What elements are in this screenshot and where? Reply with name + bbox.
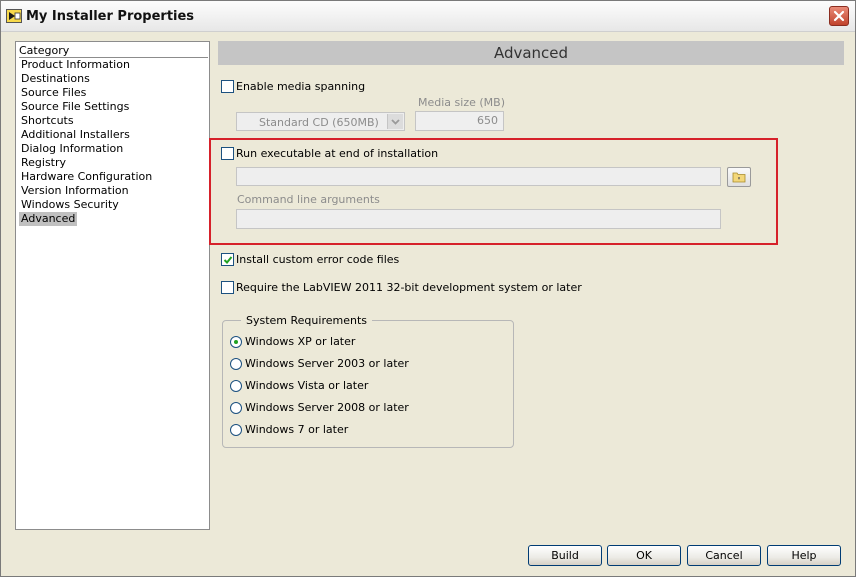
close-icon xyxy=(833,10,845,22)
browse-button[interactable] xyxy=(727,167,751,187)
section-title: Advanced xyxy=(218,41,844,65)
category-list[interactable]: Category Product Information Destination… xyxy=(15,41,210,530)
category-item-advanced[interactable]: Advanced xyxy=(19,212,154,226)
media-size-label: Media size (MB) xyxy=(418,96,505,109)
radio-label-windows-xp: Windows XP or later xyxy=(245,335,356,348)
system-requirements-title: System Requirements xyxy=(241,314,372,327)
help-button[interactable]: Help xyxy=(767,545,841,566)
install-custom-error-label: Install custom error code files xyxy=(236,253,400,266)
category-item-dialog-information[interactable]: Dialog Information xyxy=(19,142,154,156)
chevron-down-icon[interactable] xyxy=(387,114,403,129)
category-item-additional-installers[interactable]: Additional Installers xyxy=(19,128,154,142)
install-custom-error-checkbox[interactable] xyxy=(221,253,234,266)
radio-windows-vista[interactable] xyxy=(230,380,242,392)
close-button[interactable] xyxy=(829,6,849,26)
enable-media-spanning-checkbox[interactable] xyxy=(221,80,234,93)
media-size-field[interactable]: 650 xyxy=(415,111,504,131)
media-type-value: Standard CD (650MB) xyxy=(259,116,379,129)
ok-button[interactable]: OK xyxy=(607,545,681,566)
enable-media-spanning-label: Enable media spanning xyxy=(236,80,366,93)
category-item-shortcuts[interactable]: Shortcuts xyxy=(19,114,154,128)
radio-label-windows-vista: Windows Vista or later xyxy=(245,379,369,392)
category-header: Category xyxy=(19,44,208,58)
category-items: Product Information Destinations Source … xyxy=(19,58,154,226)
radio-windows-server-2008[interactable] xyxy=(230,402,242,414)
executable-path-field[interactable] xyxy=(236,167,721,186)
category-item-hardware-configuration[interactable]: Hardware Configuration xyxy=(19,170,154,184)
run-executable-label: Run executable at end of installation xyxy=(236,147,439,160)
cancel-button[interactable]: Cancel xyxy=(687,545,761,566)
category-item-source-files[interactable]: Source Files xyxy=(19,86,154,100)
category-item-windows-security[interactable]: Windows Security xyxy=(19,198,154,212)
category-item-source-file-settings[interactable]: Source File Settings xyxy=(19,100,154,114)
category-item-registry[interactable]: Registry xyxy=(19,156,154,170)
window-title: My Installer Properties xyxy=(26,9,195,24)
labview-app-icon xyxy=(6,8,22,24)
build-button[interactable]: Build xyxy=(528,545,602,566)
require-labview-label: Require the LabVIEW 2011 32-bit developm… xyxy=(236,281,582,294)
radio-label-windows-server-2008: Windows Server 2008 or later xyxy=(245,401,409,414)
radio-label-windows-server-2003: Windows Server 2003 or later xyxy=(245,357,409,370)
radio-windows-7[interactable] xyxy=(230,424,242,436)
media-type-dropdown[interactable]: Standard CD (650MB) xyxy=(236,112,405,131)
radio-windows-xp[interactable] xyxy=(230,336,242,348)
require-labview-checkbox[interactable] xyxy=(221,281,234,294)
radio-label-windows-7: Windows 7 or later xyxy=(245,423,349,436)
folder-icon xyxy=(732,172,746,183)
radio-windows-server-2003[interactable] xyxy=(230,358,242,370)
run-executable-checkbox[interactable] xyxy=(221,147,234,160)
category-item-destinations[interactable]: Destinations xyxy=(19,72,154,86)
installer-properties-window: My Installer Properties Category Product… xyxy=(0,0,856,577)
checkmark-icon xyxy=(223,256,233,264)
category-item-version-information[interactable]: Version Information xyxy=(19,184,154,198)
selected-dot-icon xyxy=(234,340,238,344)
command-line-arguments-field[interactable] xyxy=(236,209,721,229)
command-line-arguments-label: Command line arguments xyxy=(237,193,380,206)
title-bar[interactable]: My Installer Properties xyxy=(1,1,855,32)
category-item-product-information[interactable]: Product Information xyxy=(19,58,154,72)
